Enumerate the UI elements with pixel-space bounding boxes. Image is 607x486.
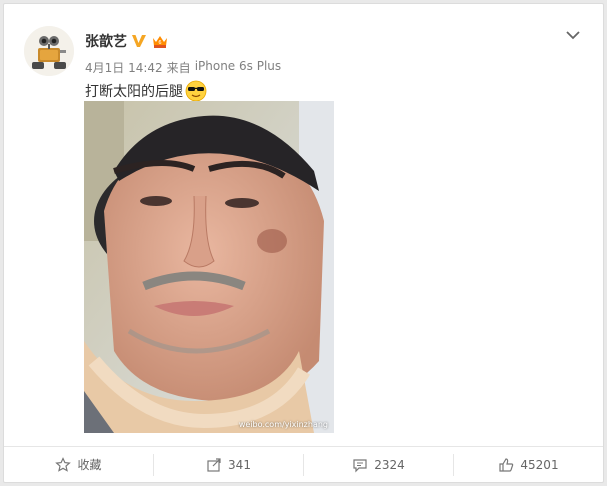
robot-avatar-icon	[24, 26, 74, 76]
chevron-down-icon[interactable]	[565, 26, 581, 40]
post-text: 打断太阳的后腿	[85, 80, 207, 102]
photo-watermark: weibo.com/yixinzhang	[238, 420, 328, 429]
favorite-label: 收藏	[77, 458, 102, 472]
post-content: 打断太阳的后腿	[85, 84, 183, 100]
comment-count: 2324	[374, 457, 405, 472]
svg-text:6: 6	[158, 40, 161, 46]
post-photo-image	[84, 101, 334, 433]
author-row: 张歆艺 6	[85, 31, 169, 51]
action-bar: 收藏 341 2324 45201	[4, 446, 603, 482]
comment-icon	[353, 458, 367, 472]
weibo-post-card: 张歆艺 6 4月1日 14:42 来自 iPhone 6s Plus 打断太阳的…	[3, 3, 604, 483]
sunglasses-emoji-icon	[185, 80, 207, 102]
like-button[interactable]: 45201	[454, 454, 603, 476]
star-icon	[55, 456, 72, 472]
repost-button[interactable]: 341	[154, 454, 303, 476]
like-count: 45201	[520, 457, 559, 472]
verified-v-icon[interactable]	[131, 33, 147, 49]
repost-count: 341	[228, 457, 251, 472]
share-arrow-icon	[207, 457, 221, 472]
vip-crown-icon[interactable]: 6	[151, 33, 169, 49]
post-photo[interactable]: weibo.com/yixinzhang	[84, 101, 334, 433]
author-name[interactable]: 张歆艺	[85, 31, 127, 51]
post-meta: 4月1日 14:42 来自 iPhone 6s Plus	[85, 59, 281, 76]
avatar[interactable]	[24, 26, 74, 76]
post-source: iPhone 6s Plus	[194, 59, 282, 73]
comment-button[interactable]: 2324	[304, 454, 453, 476]
favorite-button[interactable]: 收藏	[4, 454, 153, 476]
post-time[interactable]: 4月1日 14:42	[85, 59, 163, 76]
source-prefix: 来自	[166, 61, 191, 75]
thumbs-up-icon	[499, 457, 514, 472]
